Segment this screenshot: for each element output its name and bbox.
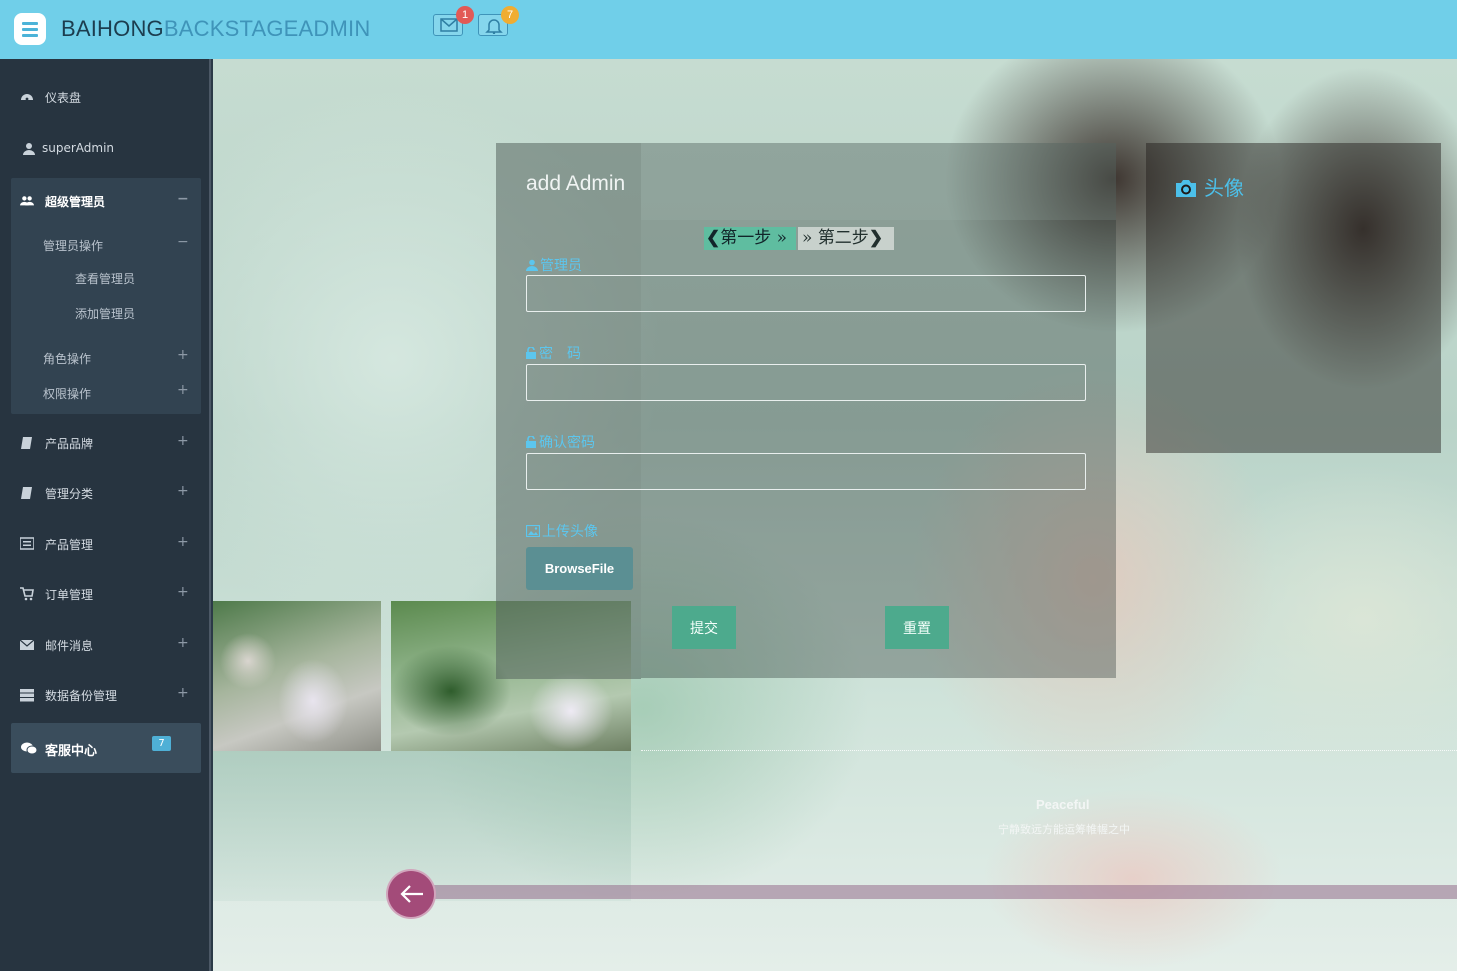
form-title: add Admin: [526, 172, 626, 195]
sidebar-item-label: 产品管理: [45, 538, 94, 552]
gallery-photo: [213, 601, 381, 751]
sidebar-item-dashboard[interactable]: 仪表盘: [0, 79, 209, 115]
expand-icon: +: [177, 584, 189, 600]
expand-icon: +: [177, 433, 189, 449]
mail-count-badge: 1: [456, 6, 474, 24]
carousel-progress-bar[interactable]: [406, 885, 1457, 899]
expand-icon: +: [177, 635, 189, 651]
list-icon: [20, 537, 34, 550]
expand-icon: +: [177, 534, 189, 550]
envelope-icon: [20, 639, 34, 650]
sidebar-item-super-admin[interactable]: 超级管理员 −: [0, 183, 209, 219]
upload-avatar-label-text: 上传头像: [542, 524, 598, 540]
step-2-label: 第二步: [817, 228, 869, 248]
sidebar-item-backup[interactable]: 数据备份管理 +: [0, 677, 209, 713]
expand-icon: +: [177, 483, 189, 499]
confirm-password-label-text: 确认密码: [539, 435, 595, 451]
submit-button[interactable]: 提交: [672, 606, 736, 649]
sidebar-item-role-ops[interactable]: 角色操作: [43, 350, 91, 367]
divider: [641, 750, 1457, 751]
camera-icon: [1176, 180, 1196, 197]
notification-button[interactable]: 7: [478, 6, 519, 36]
dashboard-icon: [21, 94, 33, 101]
confirm-password-input[interactable]: [526, 453, 1086, 490]
sidebar-item-product-brand[interactable]: 产品品牌 +: [0, 425, 209, 461]
users-icon: [20, 196, 34, 206]
customer-service-count-badge: 7: [152, 736, 171, 751]
password-input[interactable]: [526, 364, 1086, 401]
sidebar-item-admin-ops[interactable]: 管理员操作: [43, 237, 103, 254]
password-label-text: 密 码: [539, 346, 581, 362]
user-icon: [23, 143, 35, 155]
menu-toggle-button[interactable]: [14, 13, 46, 45]
step-1[interactable]: ❮第一步 »: [704, 227, 796, 250]
double-chevron-right-icon: »: [771, 228, 788, 248]
sidebar-item-label: 数据备份管理: [45, 689, 118, 703]
image-icon: [525, 524, 541, 538]
sidebar-item-add-admin[interactable]: 添加管理员: [75, 305, 135, 322]
unlock-icon: [526, 435, 536, 448]
sidebar-item-user-label: superAdmin: [42, 141, 115, 155]
avatar-title-text: 头像: [1204, 176, 1244, 200]
user-icon: [526, 259, 538, 271]
admin-label-text: 管理员: [540, 258, 582, 274]
reset-button[interactable]: 重置: [885, 606, 949, 649]
main-content: add Admin ❮第一步 » » 第二步❯ 管理员 密 码 确认密码 上传头…: [213, 59, 1457, 971]
back-button[interactable]: [386, 869, 436, 919]
sidebar-item-customer-service[interactable]: 客服中心 7: [11, 723, 201, 773]
chevron-left-icon: ❮: [706, 228, 721, 248]
sidebar-item-user[interactable]: superAdmin: [0, 131, 209, 167]
sidebar: 仪表盘 superAdmin 超级管理员 − 管理员操作 − 查看管理员 添加管…: [0, 59, 211, 971]
bell-icon: [485, 19, 503, 34]
chat-icon: [21, 742, 37, 755]
sidebar-item-category[interactable]: 管理分类 +: [0, 475, 209, 511]
top-bar: BAIHONGBACKSTAGEADMIN 1 7: [0, 0, 1457, 59]
sidebar-item-super-admin-label: 超级管理员: [45, 195, 106, 209]
upload-avatar-label: 上传头像: [525, 521, 598, 541]
database-icon: [20, 689, 34, 702]
sidebar-item-label: 邮件消息: [45, 639, 94, 653]
expand-icon: +: [177, 347, 189, 363]
confirm-password-label: 确认密码: [526, 432, 595, 452]
banner-subtitle: 宁静致远方能运筹帷幄之中: [998, 823, 1130, 836]
brand-part1: BAIHONG: [61, 16, 164, 41]
sidebar-item-label: 订单管理: [45, 588, 94, 602]
brand-part2: BACKSTAGEADMIN: [163, 16, 371, 41]
sidebar-item-mail[interactable]: 邮件消息 +: [0, 627, 209, 663]
expand-icon: +: [177, 685, 189, 701]
sidebar-item-label: 产品品牌: [45, 437, 94, 451]
brand-logo[interactable]: BAIHONGBACKSTAGEADMIN: [61, 16, 370, 42]
sidebar-item-label: 管理分类: [45, 487, 94, 501]
admin-label: 管理员: [526, 255, 582, 275]
sidebar-item-orders[interactable]: 订单管理 +: [0, 576, 209, 612]
password-label: 密 码: [526, 343, 581, 363]
add-admin-form: add Admin ❮第一步 » » 第二步❯ 管理员 密 码 确认密码 上传头…: [496, 143, 1116, 679]
banner-title: Peaceful: [1036, 797, 1090, 812]
avatar-panel: 头像: [1146, 143, 1441, 453]
collapse-icon: −: [177, 191, 189, 207]
book-icon: [21, 487, 32, 499]
step-1-label: 第一步: [720, 228, 772, 248]
avatar-title: 头像: [1174, 172, 1244, 201]
sidebar-item-view-admins[interactable]: 查看管理员: [75, 270, 135, 287]
sidebar-item-dashboard-label: 仪表盘: [45, 91, 82, 105]
book-icon: [21, 437, 32, 449]
sidebar-item-products[interactable]: 产品管理 +: [0, 526, 209, 562]
collapse-icon: −: [177, 234, 189, 250]
notification-count-badge: 7: [501, 6, 519, 24]
double-chevron-right-icon: »: [802, 228, 818, 248]
mail-button[interactable]: 1: [433, 6, 474, 36]
expand-icon: +: [177, 382, 189, 398]
sidebar-item-customer-service-label: 客服中心: [45, 744, 98, 759]
cart-icon: [20, 587, 34, 601]
arrow-left-icon: [400, 885, 423, 903]
step-2[interactable]: » 第二步❯: [798, 227, 894, 250]
browse-file-button[interactable]: BrowseFile: [526, 547, 633, 590]
sidebar-item-permission-ops[interactable]: 权限操作: [43, 385, 91, 402]
chevron-right-icon: ❯: [868, 228, 884, 248]
super-admin-group: 超级管理员 − 管理员操作 − 查看管理员 添加管理员 角色操作 + 权限操作 …: [11, 178, 201, 414]
admin-name-input[interactable]: [526, 275, 1086, 312]
unlock-icon: [526, 346, 536, 359]
mail-icon: [440, 18, 458, 32]
